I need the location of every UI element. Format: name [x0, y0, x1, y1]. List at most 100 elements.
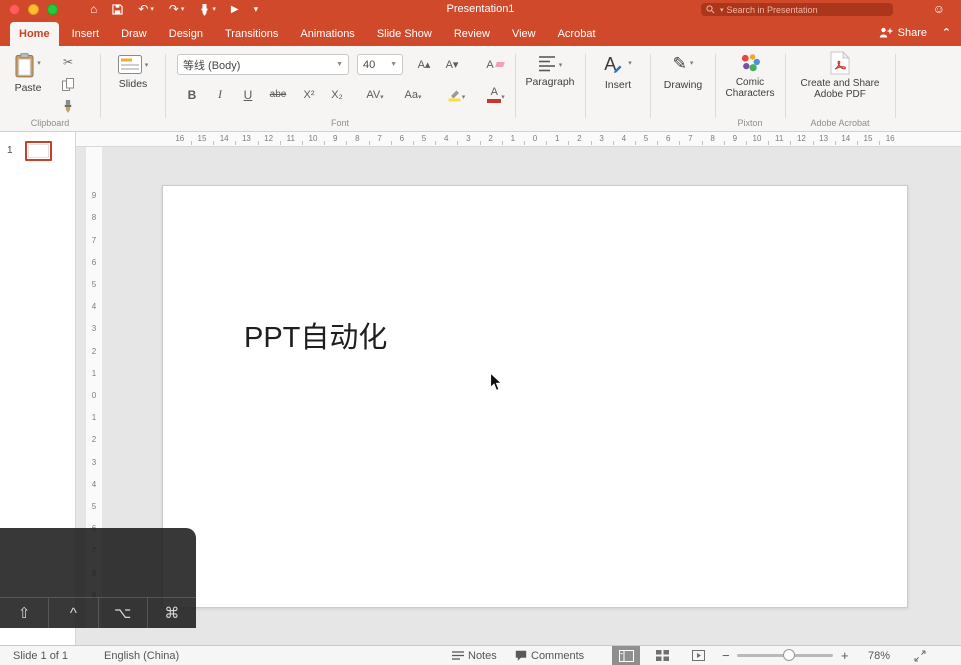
fit-slide-icon	[914, 650, 926, 661]
slide-thumbnail[interactable]	[25, 141, 52, 161]
slide[interactable]: PPT自动化	[162, 185, 908, 608]
comic-characters-button[interactable]: Comic Characters	[717, 53, 783, 99]
tab-draw[interactable]: Draw	[112, 22, 156, 46]
character-spacing-button[interactable]: AV ▾	[357, 84, 393, 105]
underline-button[interactable]: U	[235, 84, 261, 105]
titlebar: ⌂ ↶ ▾ ↷ ▾ ▾ ▶ ▾ Presentation1 ▾ Search in …	[0, 0, 961, 19]
italic-button[interactable]: I	[207, 84, 233, 105]
paste-button[interactable]: ▾ Paste	[4, 53, 52, 94]
tab-animations[interactable]: Animations	[291, 22, 363, 46]
tab-view[interactable]: View	[503, 22, 545, 46]
bold-button[interactable]: B	[179, 84, 205, 105]
font-name-dropdown-icon[interactable]: ▼	[332, 61, 343, 68]
feedback-smiley-icon[interactable]: ☺	[933, 0, 945, 19]
redo-icon[interactable]: ↷ ▾	[169, 0, 185, 19]
font-size-dropdown-icon[interactable]: ▼	[386, 61, 397, 68]
adobe-group-label: Adobe Acrobat	[810, 118, 870, 128]
drawing-button[interactable]: ✎ ▾ Drawing	[657, 53, 709, 91]
insert-pen-icon	[614, 65, 622, 73]
tab-acrobat[interactable]: Acrobat	[549, 22, 605, 46]
adobe-acrobat-group: Create and Share Adobe PDF Adobe Acrobat	[785, 46, 895, 131]
search-box[interactable]: ▾ Search in Presentation	[701, 3, 893, 16]
grow-font-button[interactable]: A▴	[411, 54, 437, 75]
zoom-slider-knob[interactable]	[783, 649, 795, 661]
subscript-button[interactable]: X₂	[323, 84, 351, 105]
notes-button[interactable]: Notes	[452, 646, 497, 665]
highlight-button[interactable]: ▾	[437, 84, 475, 105]
slides-dropdown-icon[interactable]: ▾	[145, 61, 149, 69]
drawing-group: ✎ ▾ Drawing	[650, 46, 715, 131]
tab-transitions[interactable]: Transitions	[216, 22, 287, 46]
highlight-dropdown-icon: ▾	[461, 93, 466, 101]
change-case-button[interactable]: Aa ▾	[395, 84, 431, 105]
undo-icon[interactable]: ↶ ▾	[138, 0, 154, 19]
create-pdf-button[interactable]: Create and Share Adobe PDF	[795, 51, 885, 100]
paragraph-button[interactable]: ▾ Paragraph	[524, 55, 576, 88]
tab-home[interactable]: Home	[10, 22, 59, 46]
clear-formatting-button[interactable]: A	[479, 54, 511, 75]
slides-group: ▾ Slides	[100, 46, 165, 131]
slide-title-text[interactable]: PPT自动化	[244, 314, 387, 356]
notes-icon	[452, 651, 464, 660]
zoom-in-button[interactable]: +	[841, 646, 849, 665]
format-painter-icon[interactable]: ▾	[199, 0, 216, 19]
paragraph-dropdown-icon[interactable]: ▾	[559, 61, 563, 69]
tab-slide-show[interactable]: Slide Show	[368, 22, 441, 46]
insert-button[interactable]: A ▾ Insert	[592, 53, 644, 91]
font-size-combo[interactable]: 40 ▼	[357, 54, 403, 75]
comic-characters-group: Comic Characters Pixton	[715, 46, 785, 131]
highlight-pen-icon	[448, 90, 461, 102]
slide-sorter-view-button[interactable]	[648, 646, 676, 665]
normal-view-button[interactable]	[612, 646, 640, 665]
font-size-value: 40	[363, 58, 376, 71]
close-button[interactable]	[9, 4, 20, 15]
language-button[interactable]: English (China)	[104, 646, 179, 665]
ribbon-tab-bar: Home Insert Draw Design Transitions Animation…	[0, 19, 961, 46]
pixton-group-label: Pixton	[737, 118, 763, 128]
shortcut-overlay: ⇧ ^ ⌥ ⌘	[0, 528, 196, 628]
slideshow-view-button[interactable]	[684, 646, 712, 665]
fullscreen-button[interactable]	[47, 4, 58, 15]
strikethrough-button[interactable]: abe	[263, 84, 293, 105]
font-name-combo[interactable]: 等线 (Body) ▼	[177, 54, 349, 75]
slide-sorter-icon	[655, 650, 669, 661]
shrink-font-button[interactable]: A▾	[439, 54, 465, 75]
share-button[interactable]: Share	[879, 19, 927, 46]
font-color-dropdown-icon: ▾	[501, 93, 505, 101]
insert-dropdown-icon[interactable]: ▾	[628, 59, 632, 67]
drawing-dropdown-icon[interactable]: ▾	[690, 59, 694, 67]
tab-review[interactable]: Review	[445, 22, 499, 46]
eraser-icon	[494, 62, 505, 67]
font-color-button[interactable]: A ▾	[477, 84, 515, 105]
search-icon	[706, 5, 715, 14]
slideshow-icon	[691, 650, 705, 661]
font-name-value: 等线 (Body)	[183, 59, 241, 72]
shift-key-icon: ⇧	[0, 598, 50, 628]
fit-slide-button[interactable]	[914, 646, 926, 665]
clipboard-group-label: Clipboard	[30, 118, 70, 128]
format-brush-icon[interactable]	[58, 98, 78, 114]
slides-button[interactable]: ▾ Slides	[107, 55, 159, 90]
ribbon: ▾ Paste ✂ Clipboard ▾ Slides 等线 (Body) ▼…	[0, 46, 961, 132]
home-icon[interactable]: ⌂	[90, 0, 97, 19]
paste-dropdown-icon[interactable]: ▾	[37, 59, 41, 67]
copy-icon[interactable]	[58, 76, 78, 92]
save-icon[interactable]	[112, 4, 123, 15]
cut-icon[interactable]: ✂	[58, 54, 78, 70]
tab-insert[interactable]: Insert	[63, 22, 109, 46]
command-key-icon: ⌘	[164, 605, 180, 622]
zoom-out-button[interactable]: −	[722, 646, 730, 665]
zoom-level[interactable]: 78%	[868, 646, 890, 665]
zoom-slider[interactable]	[737, 646, 833, 665]
collapse-ribbon-icon[interactable]: ⌃	[942, 19, 951, 46]
option-key-icon: ⌥	[99, 598, 148, 628]
minimize-button[interactable]	[28, 4, 39, 15]
quick-access-toolbar: ⌂ ↶ ▾ ↷ ▾ ▾ ▶ ▾	[90, 0, 258, 19]
toolbar-overflow-icon[interactable]: ▾	[254, 0, 259, 19]
comments-button[interactable]: Comments	[515, 646, 584, 665]
tab-design[interactable]: Design	[160, 22, 212, 46]
start-slideshow-icon[interactable]: ▶	[231, 0, 239, 19]
clipboard-group: ▾ Paste ✂ Clipboard	[0, 46, 100, 131]
superscript-button[interactable]: X²	[295, 84, 323, 105]
font-group-label: Font	[330, 118, 349, 128]
